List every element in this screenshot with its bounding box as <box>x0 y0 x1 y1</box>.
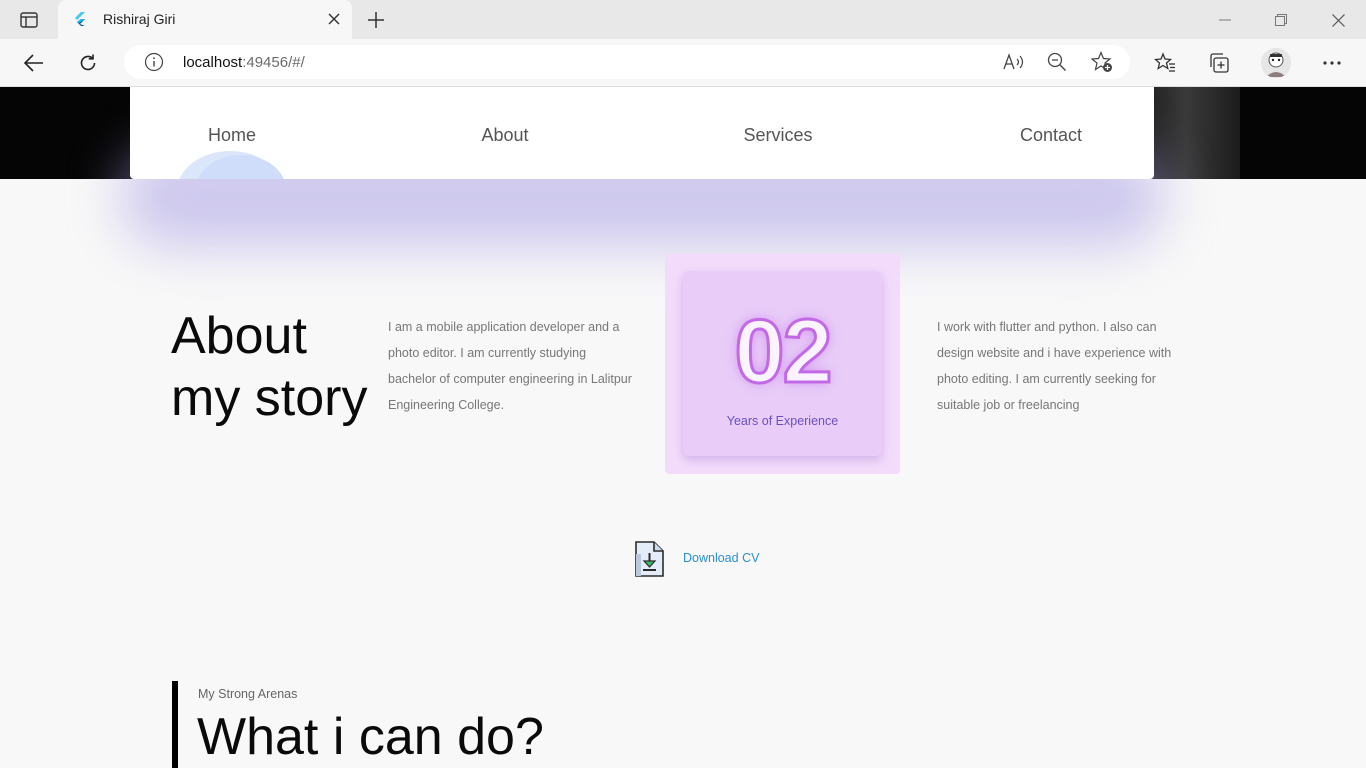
about-heading: About my story <box>171 305 367 429</box>
url-text: localhost:49456/#/ <box>183 54 305 71</box>
nav-item-label: Contact <box>1019 125 1083 145</box>
tab-title: Rishiraj Giri <box>103 11 176 27</box>
download-file-icon[interactable] <box>632 540 666 578</box>
browser-tab[interactable]: Rishiraj Giri <box>58 0 352 39</box>
url-path: :49456/#/ <box>242 54 305 71</box>
site-nav: Home About Services Contact <box>130 87 1154 179</box>
download-cv-link[interactable]: Download CV <box>683 551 759 565</box>
sidebar-icon[interactable] <box>10 6 48 34</box>
flutter-icon <box>72 11 88 27</box>
arenas-subtitle: My Strong Arenas <box>198 687 298 701</box>
experience-number: 02 <box>733 301 834 404</box>
nav-item-label: Home <box>207 125 256 145</box>
zoom-out-icon[interactable] <box>1045 51 1069 73</box>
add-favorite-icon[interactable] <box>1090 51 1114 73</box>
refresh-icon[interactable] <box>72 47 104 79</box>
about-heading-line2: my story <box>171 369 368 427</box>
page-viewport: Home About Services Contact About my sto… <box>0 87 1366 768</box>
collections-icon[interactable] <box>1205 49 1233 77</box>
close-icon[interactable] <box>324 9 344 29</box>
read-aloud-icon[interactable] <box>1002 51 1026 73</box>
about-paragraph-right: I work with flutter and python. I also c… <box>937 320 1172 412</box>
nav-item-label: About <box>481 125 529 145</box>
close-window-icon[interactable] <box>1315 6 1361 34</box>
arenas-heading: What i can do? <box>197 708 544 766</box>
info-icon[interactable] <box>144 52 164 72</box>
plus-icon[interactable] <box>362 6 390 34</box>
nav-item-about[interactable]: About <box>405 87 605 179</box>
back-icon[interactable] <box>18 47 50 79</box>
minimize-icon[interactable] <box>1202 6 1248 34</box>
avatar[interactable] <box>1261 48 1291 78</box>
experience-label: Years of Experience <box>726 414 839 428</box>
nav-item-label: Services <box>743 125 813 145</box>
hero-photo-fragment <box>1150 87 1240 179</box>
section-accent-bar <box>172 681 178 768</box>
restore-icon[interactable] <box>1258 6 1304 34</box>
more-icon[interactable] <box>1318 49 1346 77</box>
favorites-icon[interactable] <box>1151 49 1179 77</box>
browser-toolbar: localhost:49456/#/ <box>0 39 1366 87</box>
about-heading-line1: About <box>171 307 307 365</box>
nav-item-home[interactable]: Home <box>132 87 332 179</box>
browser-tab-bar: Rishiraj Giri <box>0 0 1366 39</box>
address-bar[interactable]: localhost:49456/#/ <box>124 45 1130 79</box>
about-paragraph-left: I am a mobile application developer and … <box>388 320 632 412</box>
nav-item-services[interactable]: Services <box>678 87 878 179</box>
nav-item-contact[interactable]: Contact <box>951 87 1151 179</box>
url-host: localhost <box>183 54 243 71</box>
